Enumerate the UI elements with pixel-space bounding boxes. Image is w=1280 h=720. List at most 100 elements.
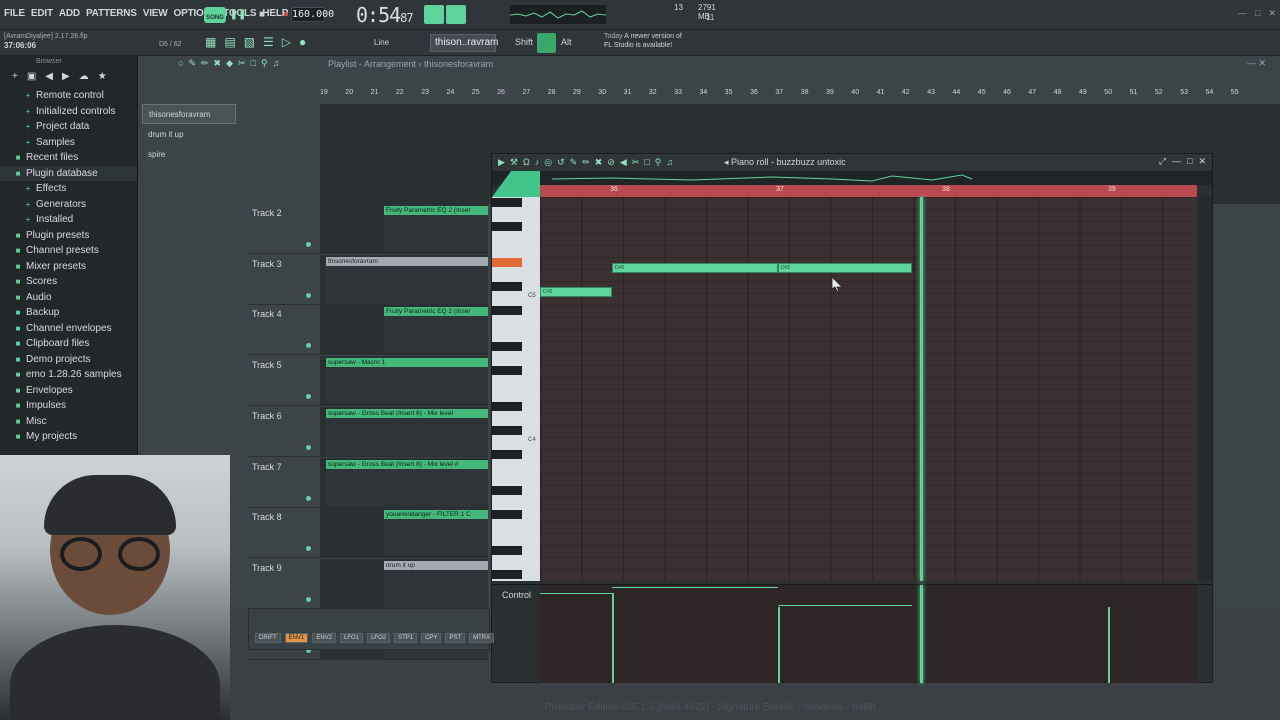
mute-icon[interactable]: ◆	[226, 58, 233, 69]
menu-edit[interactable]: EDIT	[31, 8, 53, 19]
chop-icon[interactable]: ✖	[595, 157, 603, 168]
pencil-icon[interactable]: ✎	[570, 157, 578, 168]
add-icon[interactable]: +	[12, 71, 18, 82]
browser-item[interactable]: ■ Demo projects	[0, 352, 137, 368]
plugin-tab[interactable]: MTRX	[469, 633, 495, 643]
undo-icon[interactable]: ↺	[557, 157, 565, 168]
black-key[interactable]	[492, 366, 522, 375]
channel-rack-icon[interactable]: ▧	[244, 35, 255, 49]
black-key[interactable]	[492, 450, 522, 459]
piano-roll-scrollbar[interactable]	[1198, 197, 1212, 581]
song-mode-toggle[interactable]: SONG	[204, 7, 226, 23]
velocity-bar[interactable]	[778, 607, 780, 683]
browser-item[interactable]: + Initialized controls	[0, 104, 137, 120]
track-lane[interactable]: supersaw - Macro 1	[320, 356, 488, 407]
song-time-display[interactable]: 0:5487	[356, 3, 414, 27]
playlist-clip[interactable]: Fruity Parametric EQ 2 (Inser	[384, 307, 488, 354]
black-key[interactable]	[492, 426, 522, 435]
browser-item[interactable]: ■ Recent files	[0, 150, 137, 166]
browser-item[interactable]: ■ Channel presets	[0, 243, 137, 259]
pause-icon[interactable]: ❚❚	[230, 6, 247, 22]
playlist-track[interactable]: Track 7 supersaw - Gross Beat (Insert 8) …	[248, 457, 488, 508]
magnet-icon[interactable]: ○	[178, 58, 183, 69]
pr-maximize-icon[interactable]: □	[1187, 156, 1192, 167]
track-lane[interactable]: youareindanger - FILTER 1 C	[320, 508, 488, 559]
news-panel[interactable]: Today A newer version of FL Studio is av…	[604, 32, 682, 50]
plugin-tab[interactable]: DRIFT	[255, 633, 281, 643]
black-key[interactable]	[492, 510, 522, 519]
browser-item[interactable]: ■ Mixer presets	[0, 259, 137, 275]
mute-icon[interactable]: ◀	[620, 157, 627, 168]
playlist-clip[interactable]: thisonesforavram	[326, 256, 488, 303]
browser-item[interactable]: + Remote control	[0, 88, 137, 104]
black-key[interactable]	[492, 342, 522, 351]
pr-close-icon[interactable]: ✕	[1198, 156, 1206, 167]
blend-notes-button[interactable]	[446, 5, 466, 24]
piano-roll-icon[interactable]: ▤	[224, 35, 235, 49]
playlist-track[interactable]: Track 4 Fruity Parametric EQ 2 (Inser	[248, 305, 488, 356]
active-key[interactable]	[492, 258, 522, 267]
plugin-tab[interactable]: ENV1	[284, 633, 309, 643]
browser-item[interactable]: ■ Impulses	[0, 398, 137, 414]
wrench-icon[interactable]: ⚒	[510, 157, 518, 168]
plugin-tab[interactable]: PST	[445, 633, 466, 643]
track-lane[interactable]: Fruity Parametric EQ 2 (Inser	[320, 305, 488, 356]
forward-icon[interactable]: ▶	[62, 71, 70, 82]
pattern-color-button[interactable]	[537, 33, 556, 53]
piano-keyboard[interactable]: C5 C4	[492, 197, 540, 581]
velocity-bar[interactable]	[1108, 607, 1110, 683]
menu-file[interactable]: FILE	[4, 8, 25, 19]
menu-view[interactable]: VIEW	[143, 8, 168, 19]
brush-icon[interactable]: ✏	[201, 58, 209, 69]
playlist-minimize-icon[interactable]: —	[1247, 58, 1256, 68]
shift-key[interactable]: Shift	[515, 37, 533, 47]
browser-item[interactable]: + Installed	[0, 212, 137, 228]
delete-icon[interactable]: ⊘	[607, 157, 615, 168]
pencil-icon[interactable]: ✎	[188, 58, 196, 69]
browser-item[interactable]: ■ Audio	[0, 290, 137, 306]
zoom-icon[interactable]: ⚲	[261, 58, 268, 69]
track-mute-indicator[interactable]	[306, 394, 311, 400]
track-lane[interactable]: thisonesforavram	[320, 254, 488, 305]
browser-item[interactable]: ■ Scores	[0, 274, 137, 290]
browser-item[interactable]: ■ Plugin presets	[0, 228, 137, 244]
browser-item[interactable]: ■ My projects	[0, 429, 137, 445]
track-lane[interactable]: Fruity Parametric EQ 2 (Inser	[320, 204, 488, 254]
black-key[interactable]	[492, 306, 522, 315]
playlist-track[interactable]: Track 6 supersaw - Gross Beat (Insert 8) …	[248, 406, 488, 457]
plugin-tab[interactable]: STP1	[394, 633, 418, 643]
browser-item[interactable]: + Generators	[0, 197, 137, 213]
playlist-icon[interactable]: ▦	[205, 35, 216, 49]
file-icon[interactable]: ▣	[27, 71, 36, 82]
note[interactable]: C#5	[540, 287, 612, 297]
piano-roll-overview[interactable]	[492, 171, 1212, 185]
close-icon[interactable]: ✕	[1268, 8, 1276, 19]
star-icon[interactable]: ★	[98, 71, 107, 82]
metronome-icon[interactable]: ◎	[544, 157, 552, 168]
pattern-item[interactable]: thisonesforavram	[142, 104, 236, 124]
browser-item[interactable]: ■ Envelopes	[0, 383, 137, 399]
browser-item[interactable]: ■ emo 1.28.26 samples	[0, 367, 137, 383]
select-icon[interactable]: □	[644, 157, 649, 168]
velocity-bar[interactable]	[612, 593, 614, 683]
track-mute-indicator[interactable]	[306, 495, 311, 501]
playlist-clip[interactable]: youareindanger - FILTER 1 C	[384, 510, 488, 557]
mixer-icon[interactable]: ☰	[263, 35, 274, 49]
playlist-clip[interactable]: Fruity Parametric EQ 2 (Inser	[384, 206, 488, 252]
stop-icon[interactable]: ■	[254, 6, 270, 22]
pr-minimize-icon[interactable]: —	[1172, 156, 1181, 167]
slice-icon[interactable]: ✂	[238, 58, 246, 69]
track-mute-indicator[interactable]	[306, 292, 311, 298]
track-mute-indicator[interactable]	[306, 596, 311, 602]
browser-item[interactable]: + Samples	[0, 135, 137, 151]
track-lane[interactable]: supersaw - Gross Beat (Insert 8) - Mix l…	[320, 406, 488, 457]
browser-item[interactable]: ■ Backup	[0, 305, 137, 321]
back-icon[interactable]: ◀	[45, 71, 53, 82]
playlist-track[interactable]: Track 3 thisonesforavram	[248, 254, 488, 305]
control-selector[interactable]: Control	[502, 590, 531, 600]
plugin-tab[interactable]: LFO1	[340, 633, 364, 643]
track-mute-indicator[interactable]	[306, 242, 311, 247]
select-icon[interactable]: □	[251, 58, 256, 69]
playlist-clip[interactable]: supersaw - Gross Beat (Insert 8) - Mix l…	[326, 459, 488, 506]
detach-icon[interactable]: ⤢	[1159, 156, 1166, 167]
